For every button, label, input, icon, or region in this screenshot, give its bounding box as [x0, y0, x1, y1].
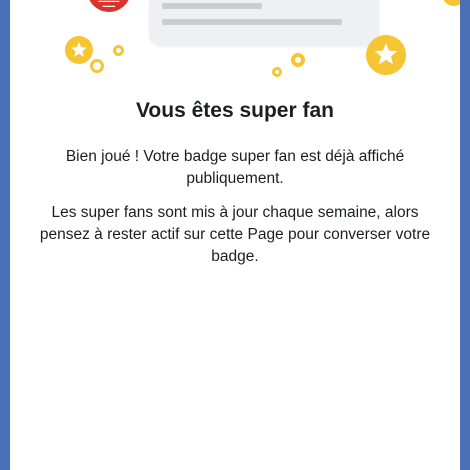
avatar-logo-text: ▬▬▬▬▬ ▬▬▬	[98, 0, 120, 8]
ring-sparkle-icon	[272, 67, 282, 77]
weekly-update-text: Les super fans sont mis à jour chaque se…	[39, 204, 431, 265]
preview-skeleton-line	[162, 19, 342, 25]
super-fan-dialog: ▬▬▬▬▬ ▬▬▬ Vous êtes super fan Bien joué !…	[10, 0, 460, 470]
post-preview-card	[149, 0, 379, 46]
ring-sparkle-icon	[291, 53, 305, 67]
ring-sparkle-icon	[113, 45, 124, 56]
star-sparkle-icon	[366, 35, 406, 75]
sparkle-dot-icon	[442, 0, 460, 6]
page-avatar: ▬▬▬▬▬ ▬▬▬	[87, 0, 131, 12]
dialog-title: Vous êtes super fan	[135, 99, 334, 122]
badge-status-text: Bien joué ! Votre badge super fan est dé…	[65, 148, 405, 187]
star-sparkle-icon	[65, 36, 104, 73]
preview-skeleton-line	[162, 3, 262, 9]
